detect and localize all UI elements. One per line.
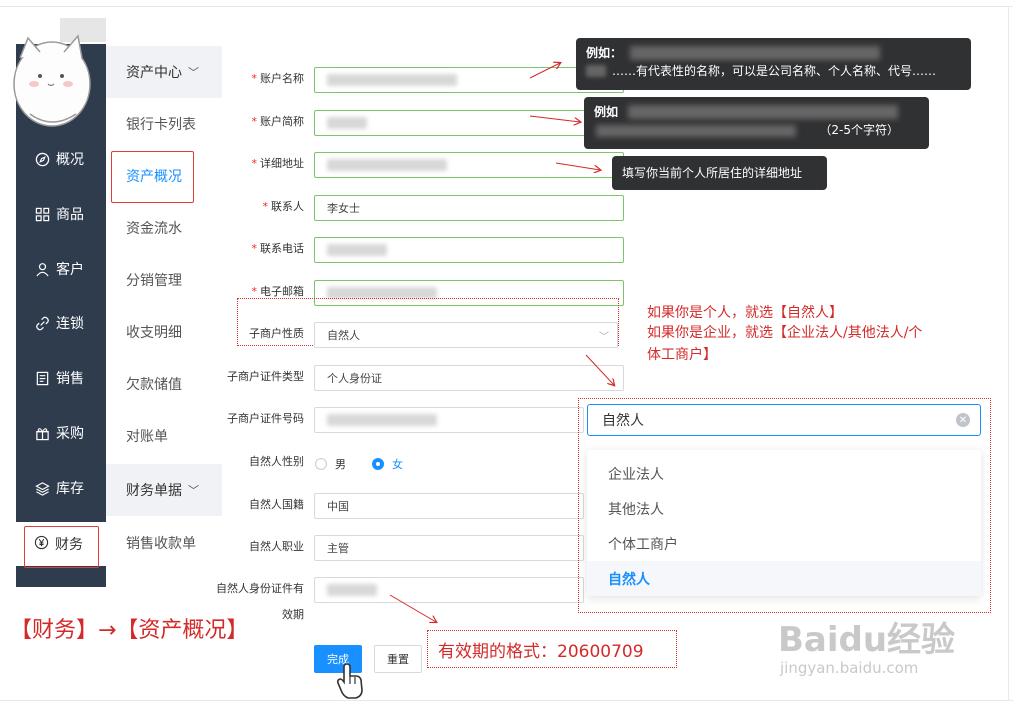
merchant-type-dropdown-input[interactable]: 自然人 ✕ — [587, 404, 981, 436]
dropdown-option-other-legal[interactable]: 其他法人 — [587, 491, 981, 526]
annotation-note-line1: 如果你是个人，就选【自然人】 — [647, 305, 843, 321]
dropdown-option-natural-person[interactable]: 自然人 — [587, 561, 981, 596]
baidu-watermark-logo: Baidu经验 — [778, 620, 956, 660]
annotation-date-format: 有效期的格式：20600709 — [427, 630, 677, 668]
annotation-navigation-path: 【财务】→【资产概况】 — [10, 618, 249, 643]
baidu-watermark-url: jingyan.baidu.com — [780, 659, 919, 677]
clear-icon[interactable]: ✕ — [956, 413, 970, 427]
dropdown-option-individual-business[interactable]: 个体工商户 — [587, 526, 981, 561]
dropdown-option-enterprise[interactable]: 企业法人 — [587, 456, 981, 491]
annotation-note-line2: 如果你是企业，就选【企业法人/其他法人/个 — [647, 325, 923, 341]
dropdown-value: 自然人 — [602, 413, 644, 429]
annotation-note-line3: 体工商户】 — [647, 347, 717, 363]
